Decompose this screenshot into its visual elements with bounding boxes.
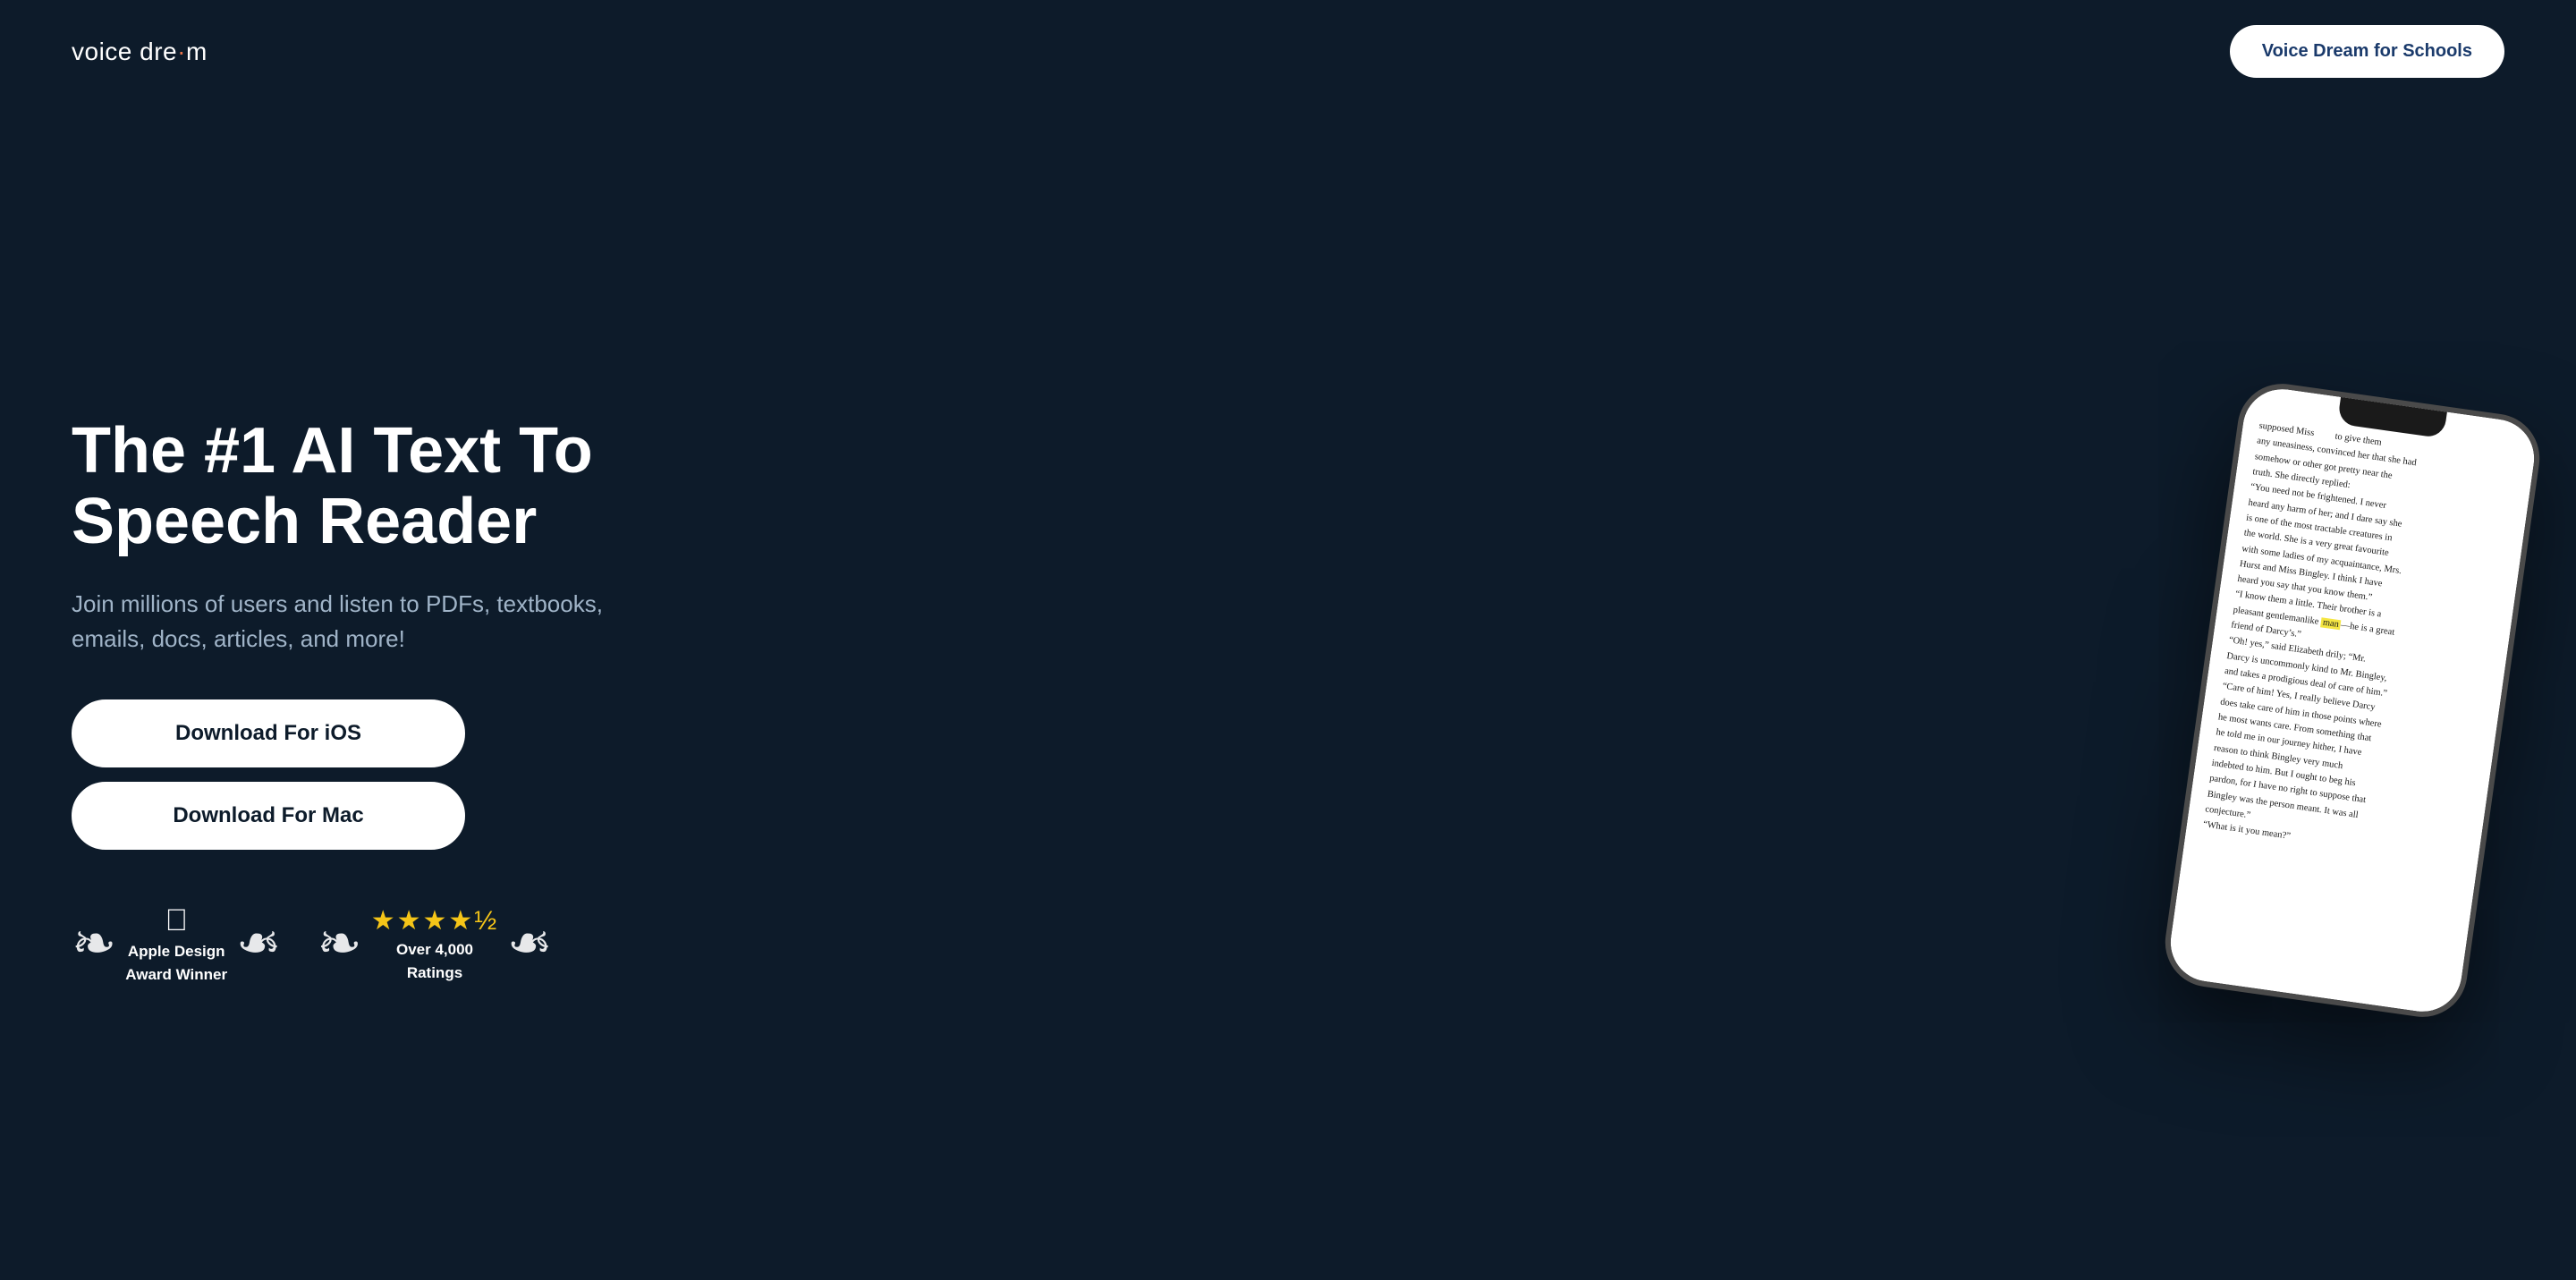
ratings-badge: ❧ ★★★★½ Over 4,000 Ratings ❧ [317, 905, 552, 983]
hero-content: The #1 AI Text To Speech Reader Join mil… [72, 416, 787, 985]
stars-display: ★★★★½ [371, 905, 499, 937]
ratings-laurel-left-icon: ❧ [317, 917, 361, 971]
phone-text-content: supposed Miss to give them any uneasines… [2202, 419, 2519, 869]
ratings-label: Ratings [407, 963, 462, 983]
apple-design-label: Apple Design [128, 942, 225, 962]
laurel-left-icon: ❧ [72, 917, 116, 971]
ratings-laurel-right-icon: ❧ [507, 917, 552, 971]
download-buttons: Download For iOS Download For Mac [72, 699, 465, 850]
apple-icon:  [165, 903, 188, 938]
phone-screen: supposed Miss to give them any uneasines… [2165, 384, 2539, 1016]
logo-dot: · [177, 38, 186, 65]
logo-text: voice dre·m [72, 38, 208, 66]
logo[interactable]: voice dre·m [72, 38, 208, 66]
download-mac-button[interactable]: Download For Mac [72, 782, 465, 850]
apple-award-label: Award Winner [125, 965, 227, 985]
download-ios-button[interactable]: Download For iOS [72, 699, 465, 767]
ratings-count-label: Over 4,000 [396, 940, 473, 960]
badges-row: ❧  Apple Design Award Winner ❧ ❧ ★★★★½ … [72, 903, 751, 985]
hero-subtitle: Join millions of users and listen to PDF… [72, 587, 680, 657]
phone-mockup: supposed Miss to give them any uneasines… [2159, 378, 2545, 1023]
laurel-right-icon: ❧ [236, 917, 281, 971]
apple-design-badge: ❧  Apple Design Award Winner ❧ [72, 903, 281, 985]
phone-hero: supposed Miss to give them any uneasines… [2165, 396, 2504, 1005]
hero-title: The #1 AI Text To Speech Reader [72, 416, 751, 557]
schools-button[interactable]: Voice Dream for Schools [2230, 25, 2504, 78]
